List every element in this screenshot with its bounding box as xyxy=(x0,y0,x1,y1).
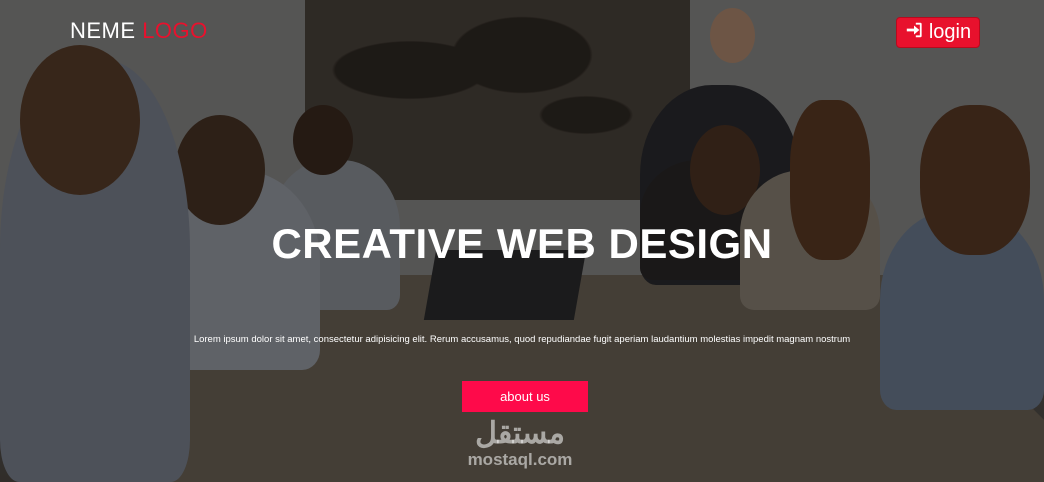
hero-title: CREATIVE WEB DESIGN xyxy=(271,220,773,267)
site-logo[interactable]: NEME LOGO xyxy=(70,18,208,44)
watermark-latin: mostaql.com xyxy=(467,450,573,469)
login-button[interactable]: login xyxy=(896,17,980,48)
about-us-button[interactable]: about us xyxy=(462,381,588,412)
watermark-arabic: مستقل xyxy=(475,417,565,450)
sign-in-icon xyxy=(905,21,923,45)
logo-name: NEME xyxy=(70,18,136,43)
login-label: login xyxy=(928,21,972,43)
hero-section: NEME LOGO login CREATIVE WEB DESIGN Lore… xyxy=(0,0,1044,482)
hero-subtitle: Lorem ipsum dolor sit amet, consectetur … xyxy=(193,334,851,345)
logo-accent: LOGO xyxy=(142,18,208,43)
mostaql-watermark: مستقل mostaql.com xyxy=(455,418,585,470)
